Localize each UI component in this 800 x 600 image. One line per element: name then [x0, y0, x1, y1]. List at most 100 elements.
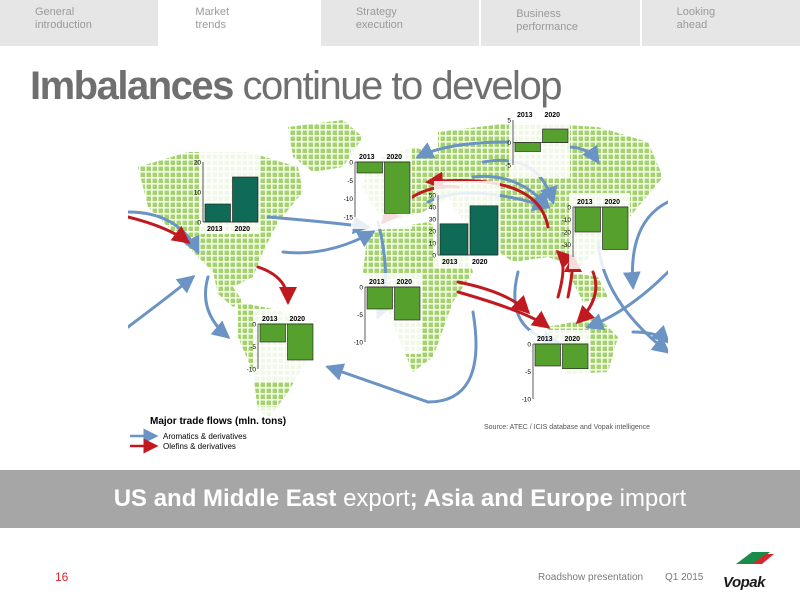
flow-arrow-blue — [281, 230, 376, 255]
y-tick-label: 40 — [429, 205, 437, 212]
legend-label-olefins: Olefins & derivatives — [163, 442, 236, 451]
tab-strategy-execution[interactable]: Strategy execution — [320, 0, 482, 46]
bar — [514, 142, 541, 152]
bar — [394, 286, 421, 321]
se-asia — [568, 272, 608, 302]
legend: Major trade flows (mln. tons) Aromatics … — [128, 407, 318, 467]
flow-arrow-blue — [622, 200, 668, 290]
category-label: 2020 — [472, 259, 488, 266]
flow-arrow-blue — [128, 275, 196, 329]
tab-label: Strategy execution — [355, 6, 403, 31]
category-label: 2020 — [387, 154, 403, 161]
bar — [204, 203, 231, 223]
y-tick-label: -5 — [357, 312, 363, 319]
quarter-label: Q1 2015 — [665, 572, 704, 583]
tab-market-trends[interactable]: Market trends — [160, 0, 321, 46]
bar — [287, 323, 314, 361]
key-message-banner: US and Middle East export; Asia and Euro… — [0, 470, 800, 528]
category-label: 2013 — [262, 316, 278, 323]
tab-business-performance[interactable]: Business performance — [481, 0, 642, 46]
region-chart: 2013 2020 0 -5 -10 — [354, 273, 422, 354]
region-chart: 2013 202020100 — [194, 148, 260, 234]
y-tick-label: 0 — [507, 140, 511, 147]
bar — [562, 343, 589, 370]
bar — [259, 323, 286, 343]
y-tick-label: -5 — [250, 344, 256, 351]
y-tick-label: -20 — [562, 230, 572, 237]
y-tick-label: -10 — [354, 340, 364, 347]
category-label: 2013 — [369, 279, 385, 286]
y-tick-label: 20 — [429, 229, 437, 236]
y-tick-label: 20 — [194, 160, 202, 167]
category-label: 2020 — [565, 336, 581, 343]
category-label: 2020 — [397, 279, 413, 286]
y-tick-label: 10 — [194, 190, 202, 197]
category-label: 2013 — [442, 259, 458, 266]
y-tick-label: -5 — [525, 369, 531, 376]
y-tick-label: 30 — [429, 217, 437, 224]
y-tick-label: 50 — [429, 193, 437, 200]
y-tick-label: -10 — [522, 397, 532, 404]
bar — [356, 161, 383, 174]
category-label: 2013 — [517, 112, 533, 119]
category-label: 2020 — [235, 226, 251, 233]
region-chart: 2013 2020 0 -10 -20 -30 — [562, 193, 630, 269]
logo-wordmark: Vopak — [723, 574, 765, 591]
region-chart: 2013 2020 0 -5 -10 — [247, 310, 315, 381]
tab-general-introduction[interactable]: General introduction — [0, 0, 161, 46]
bar — [232, 176, 259, 223]
bar — [602, 206, 629, 250]
tab-looking-ahead[interactable]: Looking ahead — [641, 0, 800, 46]
category-label: 2013 — [359, 154, 375, 161]
region-chart: 2013 2020 50 40 30 20 10 0 — [429, 181, 500, 267]
y-tick-label: 0 — [252, 322, 256, 329]
category-label: 2013 — [577, 199, 593, 206]
tab-label: Looking ahead — [676, 6, 716, 31]
y-tick-label: -30 — [562, 242, 572, 249]
page-number: 16 — [55, 570, 69, 584]
category-label: 2013 — [537, 336, 553, 343]
y-tick-label: -10 — [562, 217, 572, 224]
banner-bold-1: US and Middle East — [113, 485, 337, 512]
bar — [534, 343, 561, 367]
tab-label: Market trends — [195, 6, 230, 31]
tab-label: General introduction — [35, 6, 92, 31]
region-chart: 2013 2020 5 0 -5 — [505, 112, 570, 177]
title-rest: continue to develop — [232, 64, 563, 108]
flow-arrow-red — [456, 290, 551, 329]
source-note: Source: ATEC / ICIS database and Vopak i… — [484, 424, 650, 431]
presentation-name: Roadshow presentation — [538, 572, 644, 583]
tab-label: Business performance — [516, 8, 578, 33]
y-tick-label: 0 — [359, 285, 363, 292]
y-tick-label: -10 — [247, 367, 257, 374]
bar — [574, 206, 601, 233]
flow-arrow-blue — [585, 270, 668, 331]
y-tick-label: 0 — [197, 220, 201, 227]
y-tick-label: 0 — [432, 253, 436, 260]
legend-label-aromatics: Aromatics & derivatives — [163, 432, 247, 441]
bar — [542, 128, 569, 143]
bar — [469, 205, 499, 256]
category-label: 2020 — [290, 316, 306, 323]
bar — [439, 223, 469, 256]
y-tick-label: 0 — [567, 205, 571, 212]
y-tick-label: 0 — [349, 160, 353, 167]
y-tick-label: -15 — [344, 215, 354, 222]
banner-bold-2: ; Asia and Europe — [409, 485, 613, 512]
page-title: Imbalances continue to develop — [30, 64, 563, 109]
trade-flow-map: 2013 2020201002013 20200-5-102013 20200-5-1… — [128, 112, 668, 467]
region-chart: 2013 2020 0 -5 -10 -15 — [344, 148, 412, 229]
y-tick-label: 10 — [429, 241, 437, 248]
bar — [384, 161, 411, 214]
region-chart: 2013 2020 0 -5 -10 — [522, 330, 590, 411]
category-label: 2020 — [605, 199, 621, 206]
flow-arrow-red — [256, 265, 297, 305]
category-label: 2013 — [207, 226, 223, 233]
category-label: 2020 — [545, 112, 561, 119]
footer-dot-pattern — [0, 540, 800, 600]
banner-text-1: export — [336, 485, 410, 512]
y-tick-label: 0 — [527, 342, 531, 349]
section-tabs: General introduction Market trends Strat… — [0, 0, 800, 46]
legend-title: Major trade flows (mln. tons) — [150, 416, 286, 427]
bar — [366, 286, 393, 310]
